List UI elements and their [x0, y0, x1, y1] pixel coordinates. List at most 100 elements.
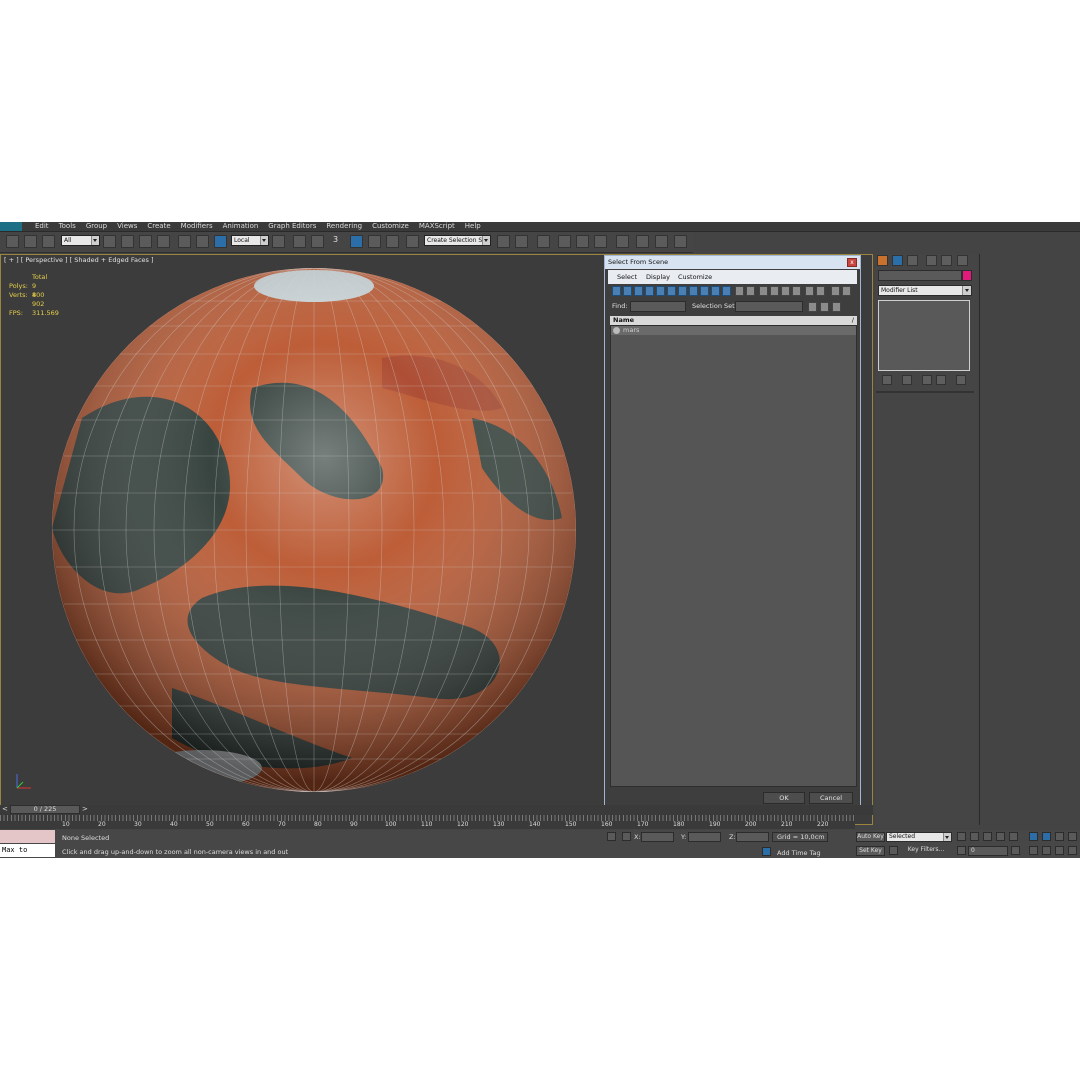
current-frame-field[interactable]: 0 — [968, 846, 1008, 856]
field-of-view-icon[interactable] — [1029, 846, 1038, 855]
filter-invert-icon[interactable] — [770, 286, 779, 296]
selection-filter-dropdown[interactable]: All — [61, 235, 100, 246]
zoom-extents-icon[interactable] — [1055, 832, 1064, 841]
zoom-extents-all-icon[interactable] — [1068, 832, 1077, 841]
next-frame-icon[interactable] — [996, 832, 1005, 841]
select-children-icon[interactable] — [816, 286, 825, 296]
bind-to-space-warp-icon[interactable] — [42, 235, 55, 248]
object-color-swatch[interactable] — [962, 270, 972, 281]
modifier-stack[interactable] — [878, 300, 970, 371]
y-coordinate-field[interactable] — [688, 832, 721, 842]
reference-coordinate-dropdown[interactable]: Local — [231, 235, 269, 246]
display-influences-icon[interactable] — [792, 286, 801, 296]
play-icon[interactable] — [983, 832, 992, 841]
angle-snap-icon[interactable] — [350, 235, 363, 248]
rendered-frame-window-icon[interactable] — [655, 235, 668, 248]
select-and-link-icon[interactable] — [6, 235, 19, 248]
menu-rendering[interactable]: Rendering — [321, 222, 367, 231]
menu-create[interactable]: Create — [142, 222, 175, 231]
motion-tab-icon[interactable] — [926, 255, 937, 266]
previous-frame-icon[interactable] — [970, 832, 979, 841]
filter-options-icon[interactable] — [842, 286, 851, 296]
schematic-view-icon[interactable] — [594, 235, 607, 248]
selection-set-dropdown[interactable] — [735, 301, 803, 312]
menu-customize[interactable]: Customize — [367, 222, 414, 231]
menu-animation[interactable]: Animation — [218, 222, 264, 231]
filter-lights-icon[interactable] — [634, 286, 643, 296]
edit-named-selection-icon[interactable] — [406, 235, 419, 248]
scale-icon[interactable] — [214, 235, 227, 248]
app-logo-icon[interactable] — [0, 222, 22, 231]
time-slider-handle[interactable]: 0 / 225 — [10, 805, 80, 814]
prev-frame-arrow[interactable]: < — [2, 805, 8, 813]
add-time-tag[interactable]: Add Time Tag — [777, 849, 821, 857]
menu-graph-editors[interactable]: Graph Editors — [263, 222, 321, 231]
menu-edit[interactable]: Edit — [30, 222, 54, 231]
key-filters-button[interactable]: Key Filters... — [902, 846, 950, 856]
go-to-start-icon[interactable] — [957, 832, 966, 841]
track-bar[interactable]: 10 20 30 40 50 60 70 80 90 100 110 120 1… — [0, 815, 855, 829]
display-tab-icon[interactable] — [941, 255, 952, 266]
time-configuration-icon[interactable] — [1011, 846, 1020, 855]
object-name-field[interactable] — [878, 270, 962, 281]
set-keys-icon[interactable] — [889, 846, 898, 855]
hierarchy-tab-icon[interactable] — [907, 255, 918, 266]
key-mode-icon[interactable] — [838, 839, 852, 848]
maxscript-input[interactable]: Max to Physc. — [0, 844, 55, 857]
keyboard-shortcut-override-icon[interactable] — [311, 235, 324, 248]
named-selection-dropdown[interactable]: Create Selection Se — [424, 235, 491, 246]
filter-groups-icon[interactable] — [678, 286, 687, 296]
menu-views[interactable]: Views — [112, 222, 142, 231]
lock-selection-icon[interactable] — [607, 832, 616, 841]
filter-helpers-icon[interactable] — [656, 286, 665, 296]
spinner-snap-icon[interactable] — [386, 235, 399, 248]
time-tag-icon[interactable] — [762, 847, 771, 856]
filter-none-icon[interactable] — [759, 286, 768, 296]
unlink-selection-icon[interactable] — [24, 235, 37, 248]
create-tab-icon[interactable] — [877, 255, 888, 266]
display-children-icon[interactable] — [781, 286, 790, 296]
move-icon[interactable] — [178, 235, 191, 248]
select-dependents-icon[interactable] — [805, 286, 814, 296]
render-setup-icon[interactable] — [636, 235, 649, 248]
z-coordinate-field[interactable] — [736, 832, 769, 842]
next-frame-arrow[interactable]: > — [82, 805, 88, 813]
orbit-icon[interactable] — [1055, 846, 1064, 855]
maxscript-listener[interactable]: Max to Physc. — [0, 830, 55, 858]
find-input[interactable] — [630, 301, 686, 312]
filter-xrefs-icon[interactable] — [689, 286, 698, 296]
utilities-tab-icon[interactable] — [957, 255, 968, 266]
mirror-icon[interactable] — [497, 235, 510, 248]
filter-containers-icon[interactable] — [711, 286, 720, 296]
graphite-modeling-icon[interactable] — [558, 235, 571, 248]
material-editor-icon[interactable] — [616, 235, 629, 248]
remove-modifier-icon[interactable] — [936, 375, 946, 385]
render-production-icon[interactable] — [674, 235, 687, 248]
pivot-center-icon[interactable] — [272, 235, 285, 248]
edit-selection-set-icon[interactable] — [832, 302, 841, 312]
filter-shapes-icon[interactable] — [623, 286, 632, 296]
remove-selection-set-icon[interactable] — [820, 302, 829, 312]
configure-modifier-sets-icon[interactable] — [956, 375, 966, 385]
zoom-all-icon[interactable] — [1042, 832, 1051, 841]
filter-hidden-icon[interactable] — [735, 286, 744, 296]
modifier-list-dropdown[interactable]: Modifier List — [878, 285, 972, 296]
viewport-label[interactable]: [ + ] [ Perspective ] [ Shaded + Edged F… — [4, 256, 154, 264]
dialog-menu-customize[interactable]: Customize — [678, 270, 712, 284]
mars-planet-model[interactable] — [52, 268, 576, 792]
menu-modifiers[interactable]: Modifiers — [176, 222, 218, 231]
filter-funnel-icon[interactable] — [831, 286, 840, 296]
snap-toggle-label[interactable]: 3 — [333, 235, 338, 244]
select-and-manipulate-icon[interactable] — [293, 235, 306, 248]
zoom-icon[interactable] — [1029, 832, 1038, 841]
key-mode-toggle-icon[interactable] — [957, 846, 966, 855]
time-slider[interactable]: < 0 / 225 > — [0, 805, 873, 815]
show-end-result-icon[interactable] — [902, 375, 912, 385]
select-object-icon[interactable] — [103, 235, 116, 248]
scene-object-list[interactable]: mars — [610, 325, 857, 787]
name-column-header[interactable]: Name / — [610, 316, 857, 325]
filter-cameras-icon[interactable] — [645, 286, 654, 296]
dialog-menu-display[interactable]: Display — [646, 270, 670, 284]
list-item[interactable]: mars — [611, 326, 856, 335]
maxscript-output[interactable] — [0, 830, 55, 843]
